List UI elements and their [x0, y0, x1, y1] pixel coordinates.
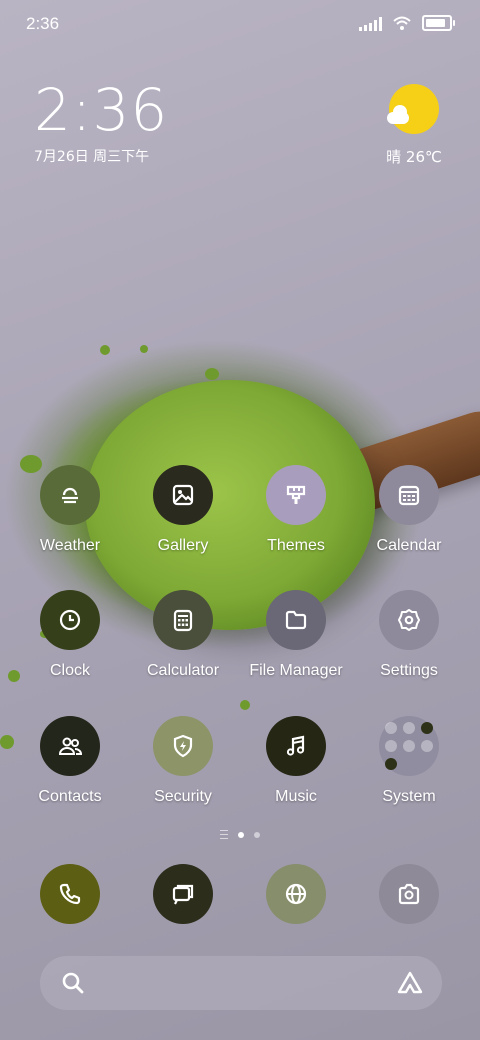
- dock-messages[interactable]: [128, 864, 238, 924]
- app-music[interactable]: Music: [241, 716, 351, 806]
- phone-icon: [40, 864, 100, 924]
- status-bar: 2:36: [0, 0, 480, 50]
- app-label: Themes: [267, 537, 325, 554]
- app-settings[interactable]: Settings: [354, 590, 464, 680]
- battery-icon: [422, 15, 455, 31]
- dock-phone[interactable]: [15, 864, 125, 924]
- app-label: Calculator: [146, 662, 220, 679]
- folder-icon: [266, 590, 326, 650]
- gallery-icon: [153, 465, 213, 525]
- weather-fog-icon: [40, 465, 100, 525]
- wifi-icon: [393, 16, 411, 30]
- app-label: Calendar: [376, 537, 442, 554]
- calendar-icon: [379, 465, 439, 525]
- app-themes[interactable]: Themes: [241, 465, 351, 555]
- dock-browser[interactable]: [241, 864, 351, 924]
- weather-summary: 晴 26℃: [384, 146, 444, 167]
- weather-condition: 晴: [386, 148, 402, 166]
- clock-widget[interactable]: 2:36 7月26日 周三下午: [34, 78, 168, 166]
- camera-icon: [379, 864, 439, 924]
- weather-temperature: 26℃: [405, 148, 442, 166]
- app-label: Contacts: [38, 788, 102, 805]
- weather-widget[interactable]: 晴 26℃: [384, 84, 444, 167]
- gear-icon: [379, 590, 439, 650]
- app-label: Weather: [39, 537, 101, 554]
- search-icon[interactable]: [60, 970, 86, 996]
- folder-grid-icon: [379, 716, 439, 776]
- signal-icon: [359, 17, 382, 31]
- app-clock[interactable]: Clock: [15, 590, 125, 680]
- assistant-icon[interactable]: [396, 970, 424, 996]
- app-gallery[interactable]: Gallery: [128, 465, 238, 555]
- app-label: Clock: [49, 662, 90, 679]
- app-label: Gallery: [157, 537, 209, 554]
- app-security[interactable]: Security: [128, 716, 238, 806]
- messages-icon: [153, 864, 213, 924]
- widget-date: 7月26日 周三下午: [34, 149, 150, 165]
- app-label: Settings: [380, 662, 438, 679]
- app-label: System: [382, 788, 436, 805]
- feed-page-icon[interactable]: [220, 830, 228, 839]
- app-weather[interactable]: Weather: [15, 465, 125, 555]
- app-contacts[interactable]: Contacts: [15, 716, 125, 806]
- page-indicator[interactable]: [0, 830, 480, 839]
- app-label: Security: [154, 788, 212, 805]
- app-label: Music: [275, 788, 317, 805]
- app-calculator[interactable]: Calculator: [128, 590, 238, 680]
- sunny-cloud-icon: [387, 84, 439, 134]
- app-label: File Manager: [249, 662, 343, 679]
- globe-icon: [266, 864, 326, 924]
- app-calendar[interactable]: Calendar: [354, 465, 464, 555]
- calculator-icon: [153, 590, 213, 650]
- search-bar[interactable]: [40, 956, 442, 1010]
- shield-bolt-icon: [153, 716, 213, 776]
- page-dot-active[interactable]: [238, 831, 244, 838]
- page-dot[interactable]: [254, 831, 260, 838]
- app-file-manager[interactable]: File Manager: [241, 590, 351, 680]
- music-note-icon: [266, 716, 326, 776]
- status-time: 2:36: [26, 14, 60, 33]
- widget-time: 2:36: [34, 76, 169, 144]
- dock-camera[interactable]: [354, 864, 464, 924]
- clock-icon: [40, 590, 100, 650]
- app-folder-system[interactable]: System: [354, 716, 464, 806]
- contacts-icon: [40, 716, 100, 776]
- brush-icon: [266, 465, 326, 525]
